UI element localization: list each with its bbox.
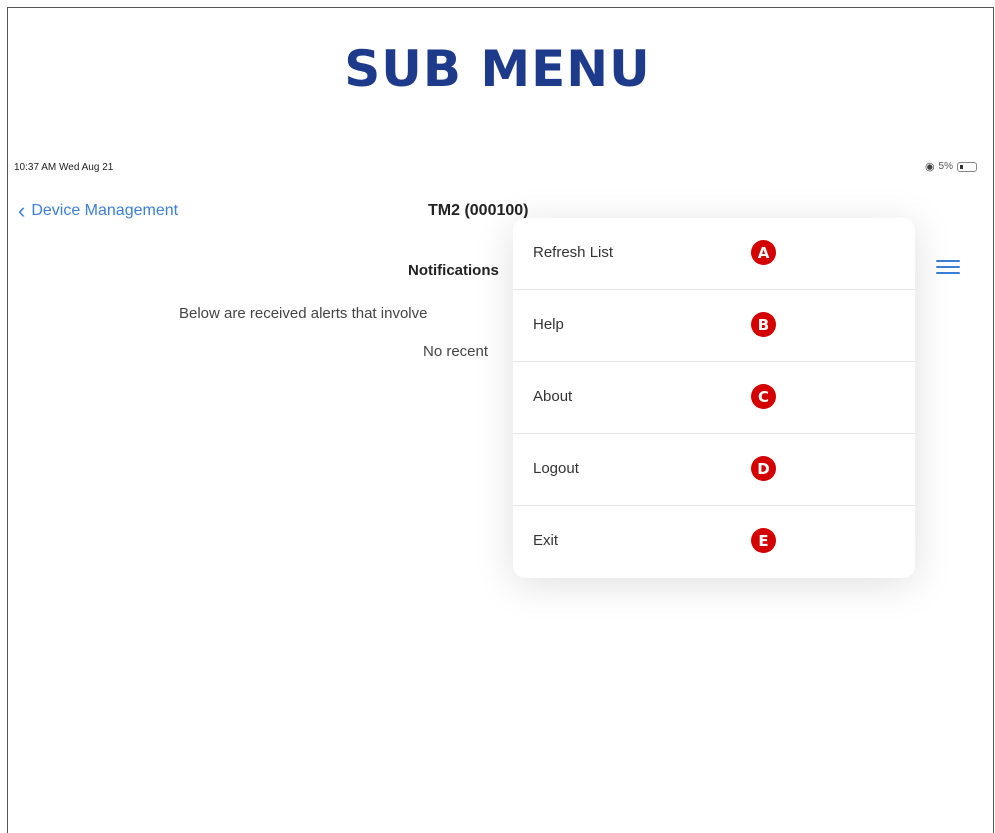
callout-badge: B bbox=[751, 312, 776, 337]
status-indicators: ◉ 5% bbox=[925, 160, 977, 173]
menu-item-exit[interactable]: Exit E bbox=[513, 506, 915, 578]
hamburger-menu-icon[interactable] bbox=[936, 260, 960, 278]
description-text: Below are received alerts that involve bbox=[179, 305, 428, 322]
empty-state-text: No recent bbox=[423, 343, 489, 360]
battery-icon bbox=[957, 161, 977, 172]
back-label: Device Management bbox=[31, 202, 179, 219]
menu-item-label: Exit bbox=[533, 532, 559, 549]
callout-badge: C bbox=[751, 384, 776, 409]
submenu-dropdown: Refresh List A Help B About C Logout D E… bbox=[513, 218, 915, 578]
callout-badge: E bbox=[751, 528, 776, 553]
callout-badge: D bbox=[751, 456, 776, 481]
battery-percent: 5% bbox=[938, 161, 953, 172]
callout-badge: A bbox=[751, 240, 776, 265]
chevron-left-icon: ‹ bbox=[18, 198, 26, 223]
back-button[interactable]: ‹ Device Management bbox=[18, 200, 178, 222]
menu-item-label: About bbox=[533, 388, 573, 405]
device-screen: 10:37 AM Wed Aug 21 ◉ 5% ‹ Device Manage… bbox=[8, 150, 993, 710]
wifi-icon: ◉ bbox=[924, 161, 935, 173]
menu-item-label: Logout bbox=[533, 460, 579, 477]
section-title: Notifications bbox=[408, 262, 499, 279]
menu-item-help[interactable]: Help B bbox=[513, 290, 915, 362]
menu-item-about[interactable]: About C bbox=[513, 362, 915, 434]
status-time: 10:37 AM Wed Aug 21 bbox=[14, 162, 114, 173]
menu-item-label: Help bbox=[533, 316, 564, 333]
menu-item-label: Refresh List bbox=[533, 244, 614, 261]
menu-item-refresh-list[interactable]: Refresh List A bbox=[513, 218, 915, 290]
menu-item-logout[interactable]: Logout D bbox=[513, 434, 915, 506]
page-title: SUB MENU bbox=[344, 40, 651, 98]
